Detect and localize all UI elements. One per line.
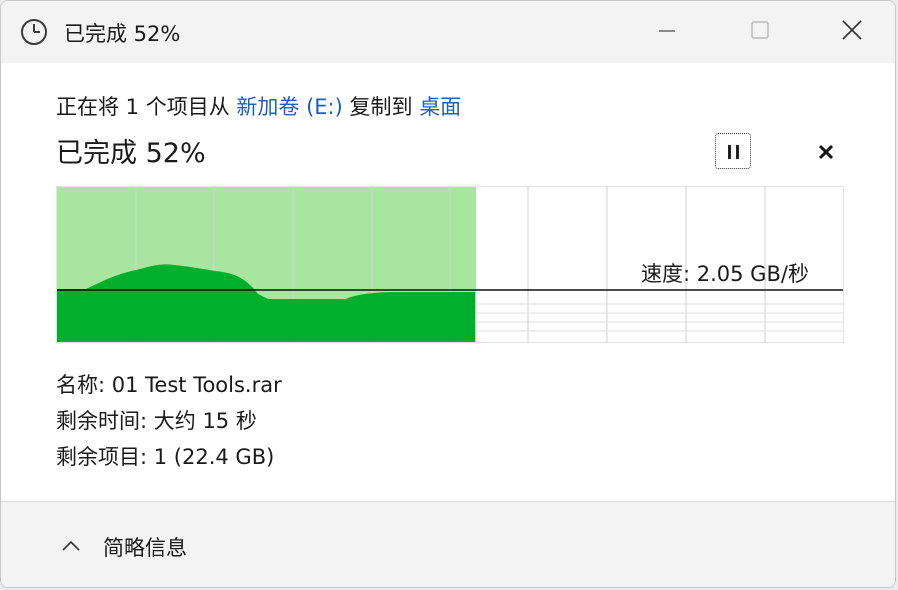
clock-icon xyxy=(19,17,49,47)
items-remaining-value: 1 (22.4 GB) xyxy=(153,445,275,469)
time-remaining-label: 剩余时间: xyxy=(56,409,148,433)
copy-progress-window: 已完成 52% 正在将 1 个项目从 新加卷 (E:) 复制到 桌面 已完成 5… xyxy=(0,0,896,588)
maximize-icon xyxy=(751,21,769,39)
pause-icon xyxy=(728,145,739,159)
copy-middle: 复制到 xyxy=(349,95,413,119)
copy-description: 正在将 1 个项目从 新加卷 (E:) 复制到 桌面 xyxy=(56,91,461,121)
transfer-details: 名称: 01 Test Tools.rar 剩余时间: 大约 15 秒 剩余项目… xyxy=(56,367,282,475)
chevron-up-icon xyxy=(62,540,80,551)
time-remaining-value: 大约 15 秒 xyxy=(153,409,257,433)
cancel-button[interactable] xyxy=(811,137,841,167)
content-area: 正在将 1 个项目从 新加卷 (E:) 复制到 桌面 已完成 52% 速度: 2… xyxy=(1,63,895,501)
speed-label: 速度: 2.05 GB/秒 xyxy=(641,262,809,286)
detail-time-row: 剩余时间: 大约 15 秒 xyxy=(56,403,282,439)
name-value: 01 Test Tools.rar xyxy=(111,373,282,397)
copy-prefix: 正在将 1 个项目从 xyxy=(56,95,230,119)
items-remaining-label: 剩余项目: xyxy=(56,445,148,469)
minimize-icon xyxy=(659,30,675,32)
name-label: 名称: xyxy=(56,373,106,397)
window-title: 已完成 52% xyxy=(64,22,181,46)
pause-button[interactable] xyxy=(715,133,751,169)
title-bar[interactable]: 已完成 52% xyxy=(1,1,895,63)
destination-link[interactable]: 桌面 xyxy=(419,95,461,119)
detail-items-row: 剩余项目: 1 (22.4 GB) xyxy=(56,439,282,475)
minimize-button[interactable] xyxy=(645,11,691,51)
close-button[interactable] xyxy=(829,11,875,51)
source-link[interactable]: 新加卷 (E:) xyxy=(236,95,342,119)
detail-name-row: 名称: 01 Test Tools.rar xyxy=(56,367,282,403)
footer: 简略信息 xyxy=(1,501,895,587)
cancel-icon xyxy=(818,144,834,160)
fewer-details-label: 简略信息 xyxy=(103,536,187,560)
close-icon xyxy=(842,20,862,40)
progress-title: 已完成 52% xyxy=(56,138,206,169)
maximize-button[interactable] xyxy=(737,11,783,51)
